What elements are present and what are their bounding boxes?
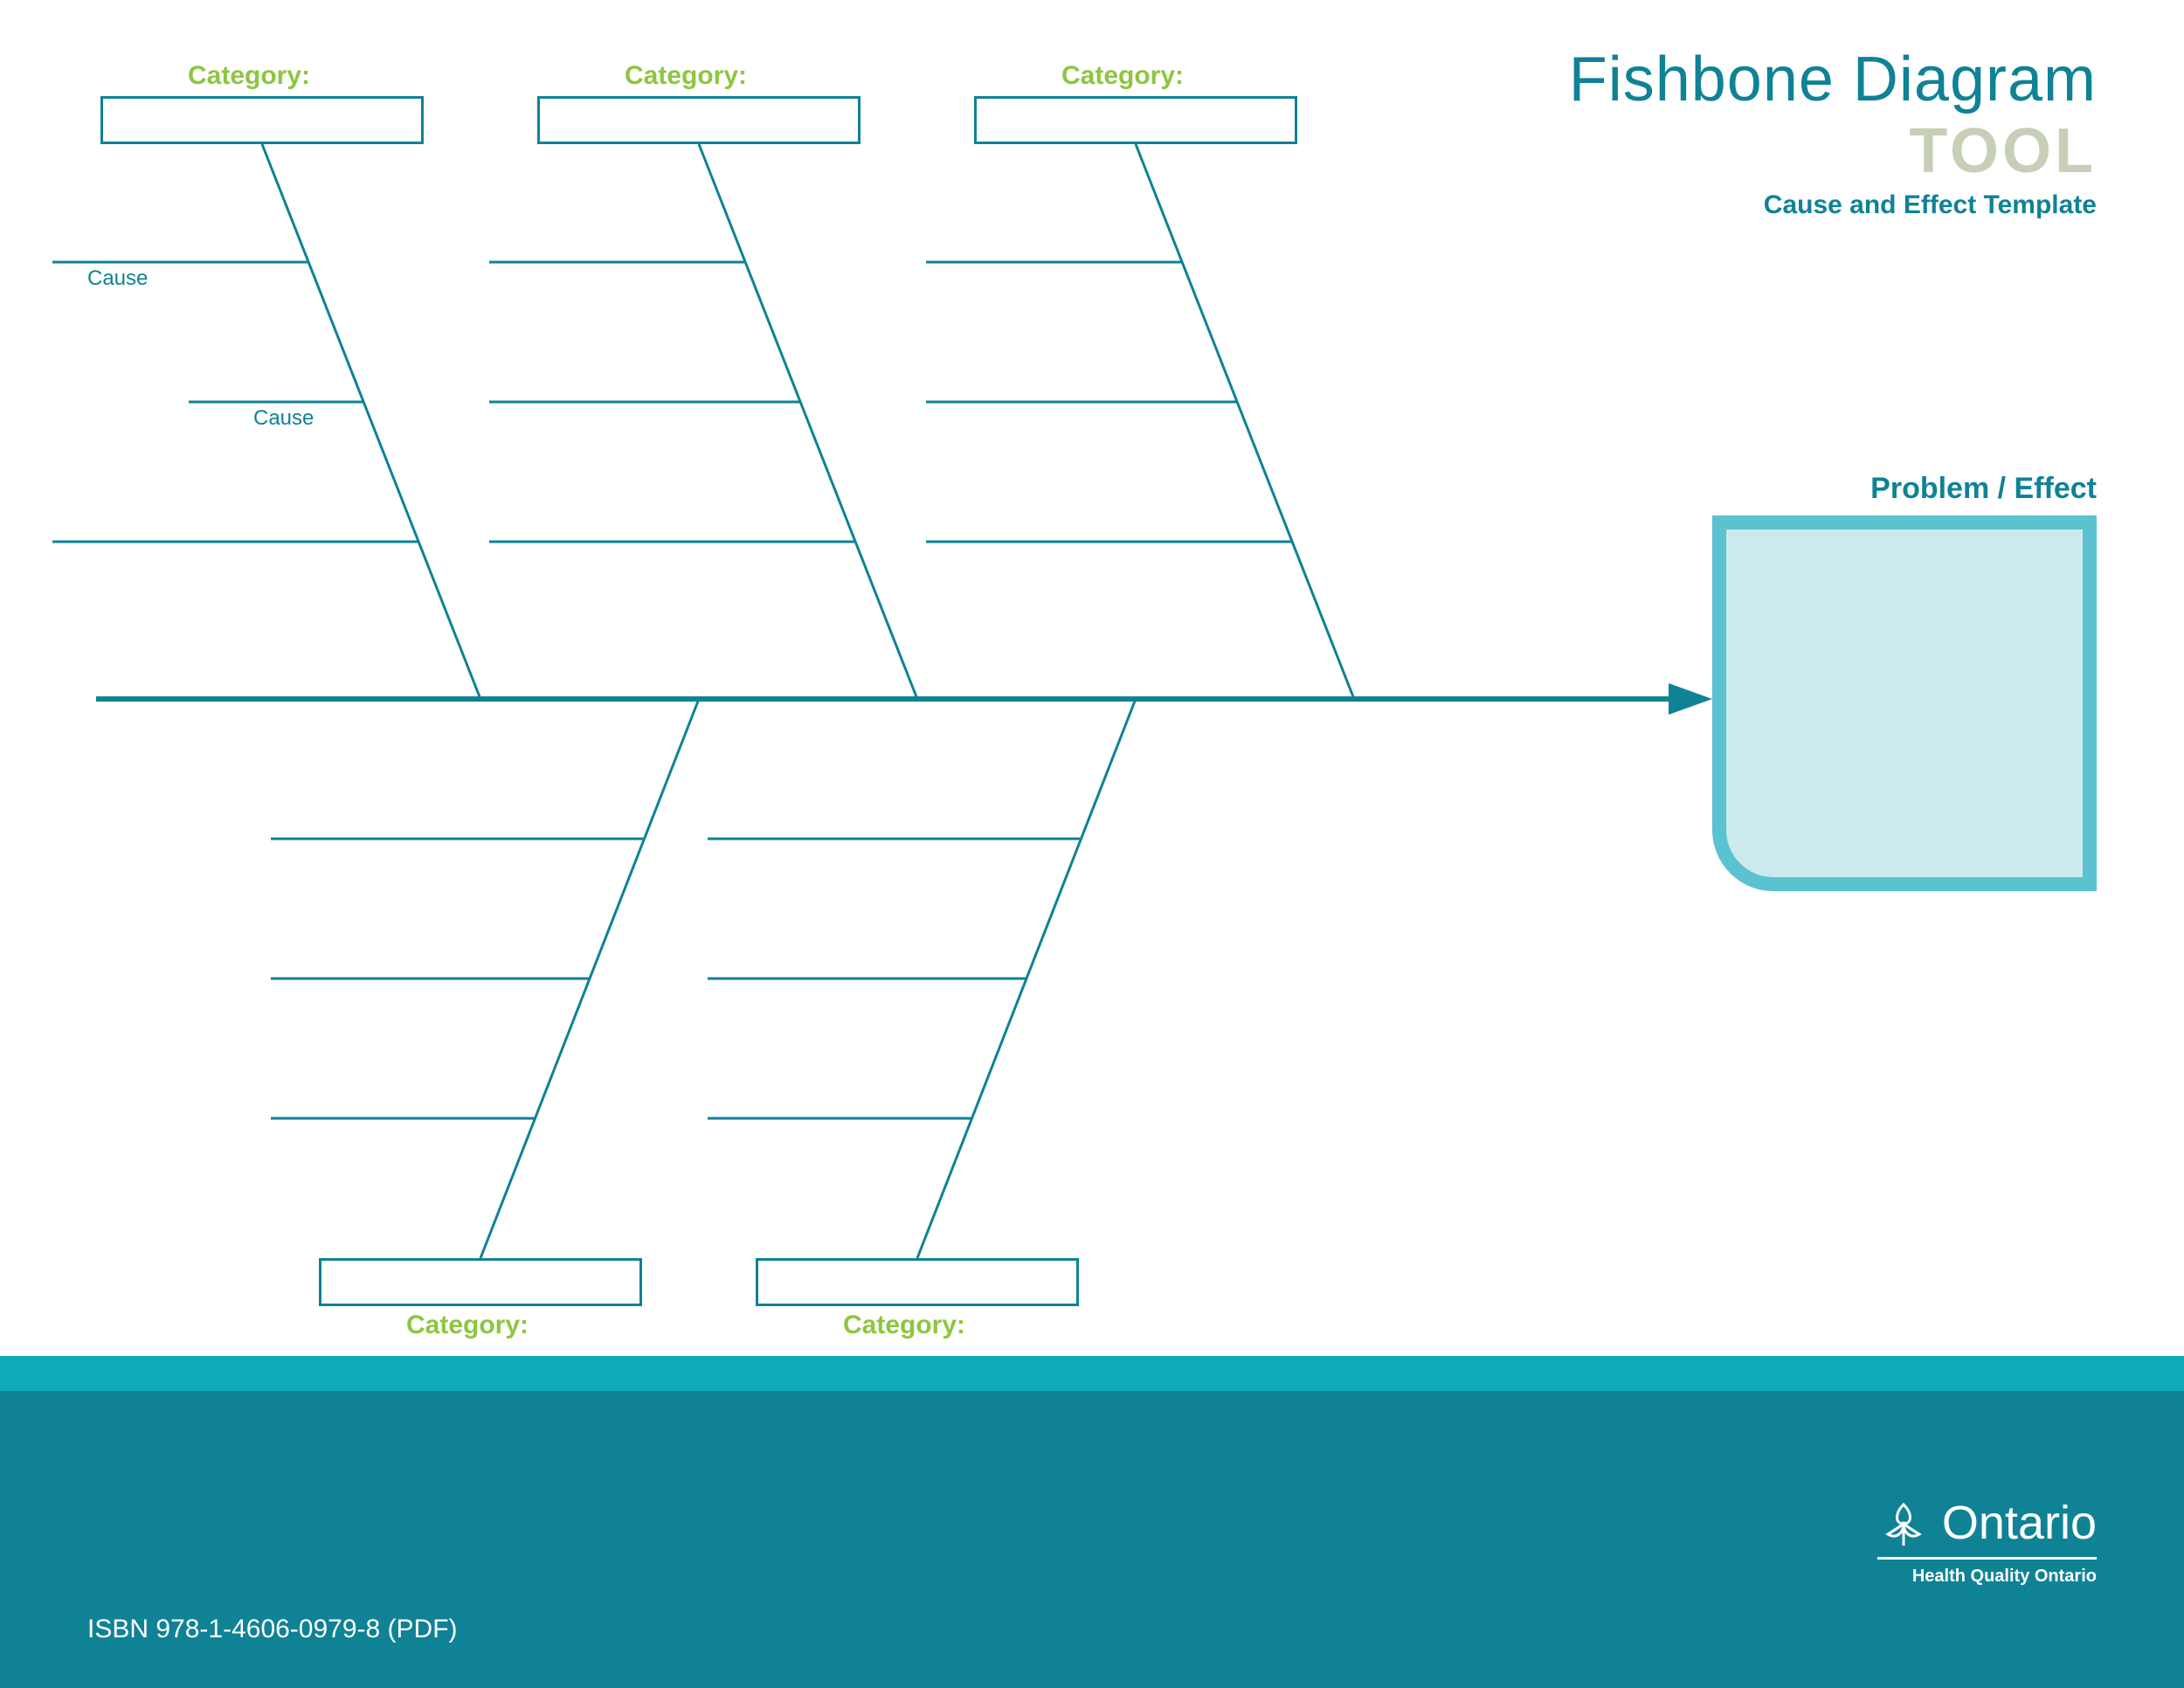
isbn-text: ISBN 978-1-4606-0979-8 (PDF) (87, 1615, 458, 1644)
category-label-top-3: Category: (1061, 61, 1184, 91)
category-box-top-2[interactable] (537, 96, 860, 144)
diagram-area: Fishbone Diagram TOOL Cause and Effect T… (0, 0, 2184, 1363)
ontario-logo: Ontario Health Quality Ontario (1877, 1496, 2097, 1587)
category-label-top-1: Category: (188, 61, 310, 91)
header-block: Fishbone Diagram TOOL Cause and Effect T… (1569, 44, 2097, 220)
trillium-icon (1877, 1498, 1930, 1550)
footer-main: ISBN 978-1-4606-0979-8 (PDF) Ontario Hea… (0, 1391, 2184, 1688)
logo-subtext: Health Quality Ontario (1912, 1567, 2097, 1587)
title-tool: TOOL (1569, 115, 2097, 187)
category-box-bottom-1[interactable] (319, 1258, 642, 1306)
category-label-bottom-1: Category: (406, 1311, 529, 1340)
problem-effect-label: Problem / Effect (1870, 472, 2097, 506)
title-main: Fishbone Diagram (1569, 44, 2097, 115)
subtitle: Cause and Effect Template (1569, 190, 2097, 220)
logo-text: Ontario (1942, 1496, 2097, 1550)
problem-effect-box[interactable] (1712, 515, 2097, 891)
category-box-bottom-2[interactable] (756, 1258, 1079, 1306)
footer-accent-bar (0, 1356, 2184, 1391)
category-label-bottom-2: Category: (843, 1311, 965, 1340)
cause-label-1: Cause (87, 266, 148, 291)
category-label-top-2: Category: (625, 61, 747, 91)
footer: ISBN 978-1-4606-0979-8 (PDF) Ontario Hea… (0, 1356, 2184, 1688)
category-box-top-1[interactable] (100, 96, 424, 144)
cause-label-2: Cause (253, 406, 314, 431)
category-box-top-3[interactable] (974, 96, 1297, 144)
